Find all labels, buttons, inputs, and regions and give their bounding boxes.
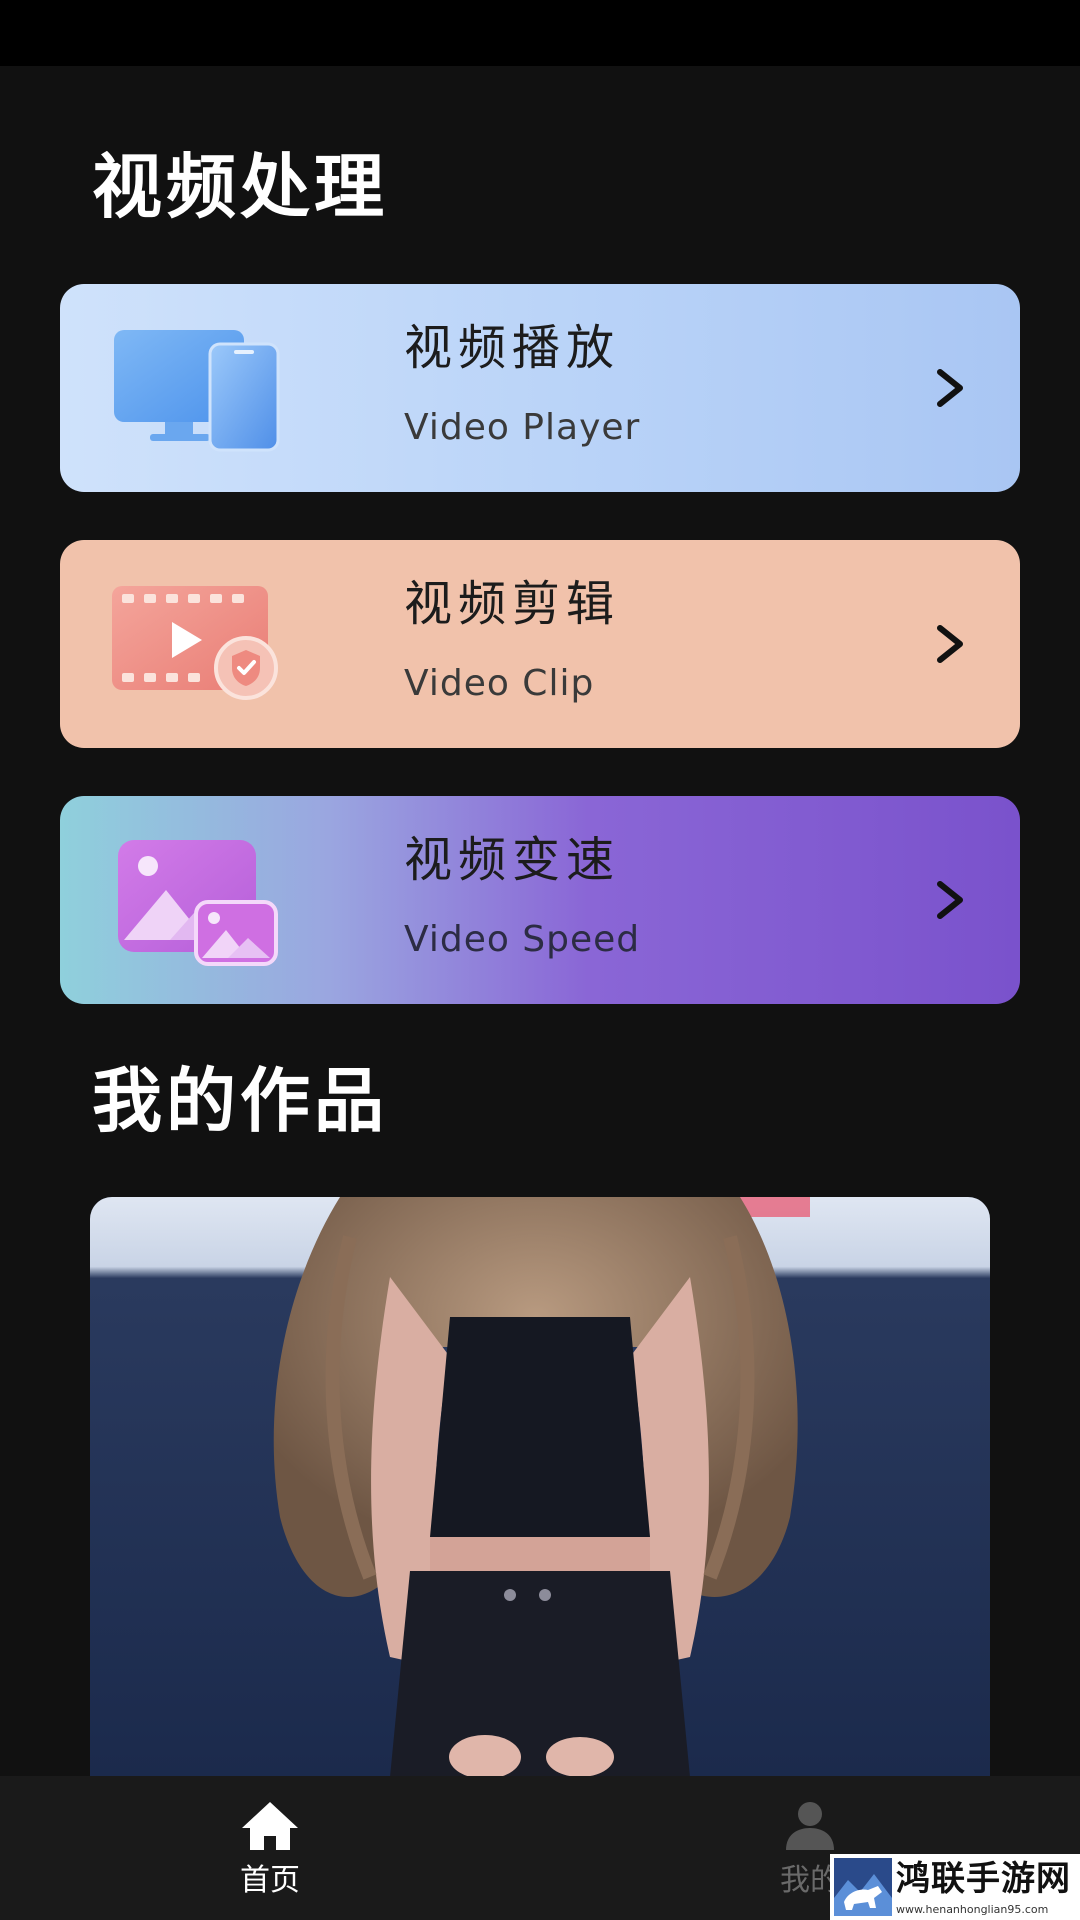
app-screen: 视频处理 视频播放 Video Player 视频剪辑 Video Clip 视… — [0, 0, 1080, 1920]
status-bar — [0, 0, 1080, 66]
chevron-right-icon — [937, 625, 963, 663]
card-title: 视频变速 — [404, 832, 621, 888]
site-watermark: 鸿联手游网 www.henanhonglian95.com — [830, 1854, 1080, 1920]
card-title: 视频剪辑 — [404, 576, 621, 632]
video-clip-card[interactable]: 视频剪辑 Video Clip — [60, 540, 1020, 748]
user-icon — [786, 1802, 834, 1850]
watermark-text: 鸿联手游网 — [896, 1859, 1071, 1899]
film-strip-icon — [112, 586, 278, 700]
home-icon — [242, 1802, 298, 1850]
chevron-right-icon — [937, 369, 963, 407]
watermark-url: www.henanhonglian95.com — [896, 1903, 1049, 1916]
card-subtitle: Video Clip — [404, 663, 595, 704]
card-title: 视频播放 — [404, 320, 621, 376]
nav-label-home: 首页 — [240, 1863, 300, 1898]
images-icon — [118, 840, 278, 966]
section-title-my-works: 我的作品 — [92, 1060, 388, 1142]
video-speed-card[interactable]: 视频变速 Video Speed — [60, 796, 1020, 1004]
card-subtitle: Video Player — [404, 407, 641, 448]
bull-logo-icon — [834, 1858, 892, 1916]
video-player-card[interactable]: 视频播放 Video Player — [60, 284, 1020, 492]
nav-item-home[interactable]: 首页 — [170, 1776, 370, 1920]
card-subtitle: Video Speed — [404, 919, 641, 960]
devices-icon — [114, 330, 280, 452]
section-title-video-processing: 视频处理 — [92, 146, 388, 228]
chevron-right-icon — [937, 881, 963, 919]
work-video-thumbnail[interactable] — [90, 1197, 990, 1777]
dancer-image — [90, 1197, 990, 1777]
